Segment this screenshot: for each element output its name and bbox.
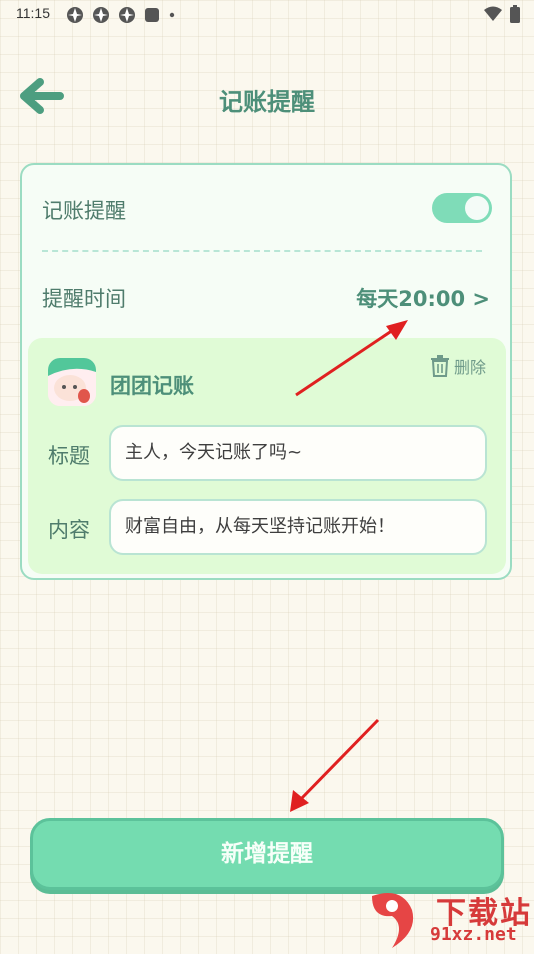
page-title: 记账提醒	[219, 88, 315, 116]
app-icon	[48, 358, 96, 406]
watermark-url: 91xz.net	[430, 924, 517, 945]
content-input[interactable]: 财富自由，从每天坚持记账开始！	[109, 499, 487, 555]
wifi-icon	[484, 6, 502, 21]
notification-app-icon	[93, 7, 109, 23]
title-input[interactable]: 主人，今天记账了吗~	[109, 425, 487, 481]
reminder-settings-card: 记账提醒 提醒时间 每天20:00 > 团团记账 删除 标题 主人，今天记账了吗…	[20, 163, 512, 580]
trash-icon	[430, 355, 449, 377]
cat-mascot-icon	[48, 358, 96, 406]
add-reminder-button[interactable]: 新增提醒	[30, 818, 504, 890]
notification-app-icon	[67, 7, 83, 23]
battery-icon	[510, 5, 520, 23]
notification-preview-card: 团团记账 删除 标题 主人，今天记账了吗~ 内容 财富自由，从每天坚持记账开始！	[28, 338, 506, 574]
notification-app-icon	[119, 7, 135, 23]
more-notifications-dot-icon	[169, 12, 175, 18]
site-watermark: 下载站 91xz.net	[362, 886, 534, 950]
dashed-divider	[42, 250, 482, 252]
notification-icons	[66, 6, 176, 24]
delete-label: 删除	[453, 358, 486, 377]
title-field-label: 标题	[48, 444, 90, 468]
reminder-time-value[interactable]: 每天20:00 >	[356, 283, 490, 313]
reminder-toggle[interactable]	[432, 193, 492, 223]
watermark-logo-icon	[372, 893, 414, 948]
status-bar: 11:15	[0, 0, 534, 28]
delete-button[interactable]: 删除	[430, 354, 486, 378]
reminder-toggle-label: 记账提醒	[42, 199, 126, 223]
annotation-arrow-button	[290, 718, 380, 812]
system-icons	[484, 5, 520, 23]
content-field-label: 内容	[48, 518, 90, 542]
app-name: 团团记账	[110, 374, 194, 398]
status-time: 11:15	[16, 5, 50, 21]
toggle-knob	[465, 196, 489, 220]
reminder-time-label: 提醒时间	[42, 287, 126, 311]
notification-square-icon	[145, 8, 159, 22]
